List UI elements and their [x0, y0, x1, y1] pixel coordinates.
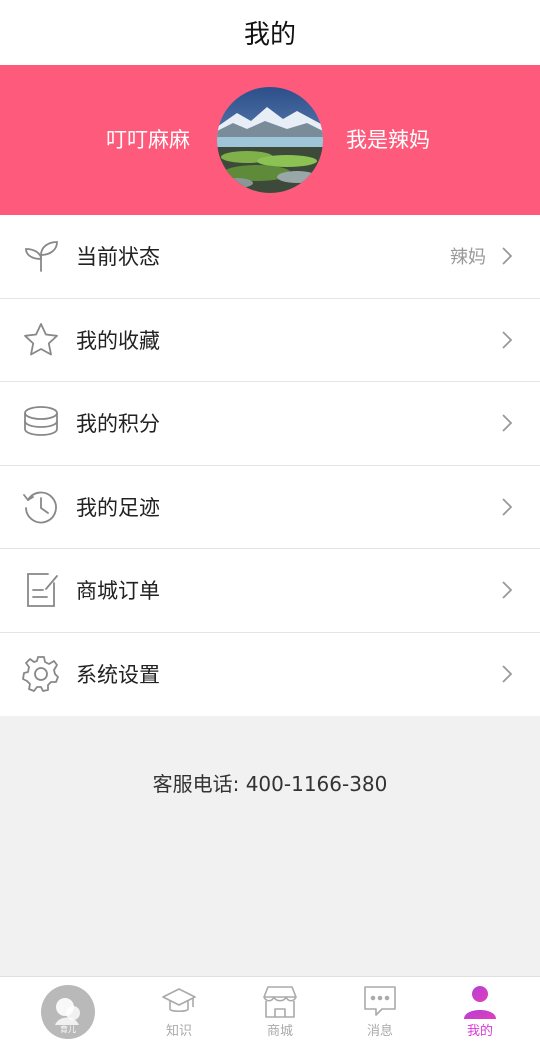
message-icon: [362, 983, 398, 1019]
page-title: 我的: [0, 0, 540, 65]
menu-item-orders[interactable]: 商城订单: [0, 549, 540, 633]
chevron-right-icon: [500, 580, 514, 600]
star-icon: [22, 321, 60, 359]
menu-item-label: 我的积分: [76, 412, 160, 437]
tab-home[interactable]: 育儿: [18, 977, 118, 1044]
menu-item-label: 系统设置: [76, 663, 160, 688]
bottom-tabbar: 育儿 知识 商城 消息 我的: [0, 976, 540, 1044]
menu-item-history[interactable]: 我的足迹: [0, 466, 540, 549]
menu-item-points[interactable]: 我的积分: [0, 382, 540, 466]
menu-item-settings[interactable]: 系统设置: [0, 633, 540, 717]
menu-item-label: 商城订单: [76, 579, 160, 604]
order-icon: [22, 571, 60, 609]
menu-item-label: 我的足迹: [76, 495, 160, 520]
history-icon: [22, 488, 60, 526]
role-label[interactable]: 我是辣妈: [346, 65, 430, 215]
tab-mine[interactable]: 我的: [430, 977, 530, 1044]
coins-icon: [22, 404, 60, 442]
menu-item-favorites[interactable]: 我的收藏: [0, 299, 540, 382]
tab-label: 商城: [266, 1024, 293, 1039]
menu-item-label: 当前状态: [76, 245, 160, 270]
chevron-right-icon: [500, 497, 514, 517]
menu-item-label: 我的收藏: [76, 328, 160, 353]
avatar[interactable]: [217, 87, 323, 193]
profile-banner: 叮叮麻麻 我是辣妈: [0, 65, 540, 215]
graduation-cap-icon: [161, 983, 197, 1019]
nickname[interactable]: 叮叮麻麻: [106, 65, 190, 215]
menu-item-status[interactable]: 当前状态 辣妈: [0, 215, 540, 299]
person-icon: [462, 983, 498, 1019]
chevron-right-icon: [500, 664, 514, 684]
tab-messages[interactable]: 消息: [330, 977, 430, 1044]
tab-knowledge[interactable]: 知识: [129, 977, 229, 1044]
chevron-right-icon: [500, 330, 514, 350]
customer-service-phone[interactable]: 客服电话: 400-1166-380: [0, 768, 540, 797]
status-value: 辣妈: [450, 247, 486, 269]
gear-icon: [22, 655, 60, 693]
sprout-icon: [22, 237, 60, 275]
tab-label: 我的: [466, 1024, 493, 1039]
tab-label: 知识: [165, 1024, 192, 1039]
baby-home-icon: 育儿: [41, 985, 95, 1039]
chevron-right-icon: [500, 413, 514, 433]
tab-mall[interactable]: 商城: [230, 977, 330, 1044]
store-icon: [262, 983, 298, 1019]
menu-list: 当前状态 辣妈 我的收藏 我的积分 我的足迹 商城订单 系统设置: [0, 215, 540, 716]
chevron-right-icon: [500, 246, 514, 266]
home-badge-text: 育儿: [60, 1025, 76, 1034]
tab-label: 消息: [366, 1024, 393, 1039]
